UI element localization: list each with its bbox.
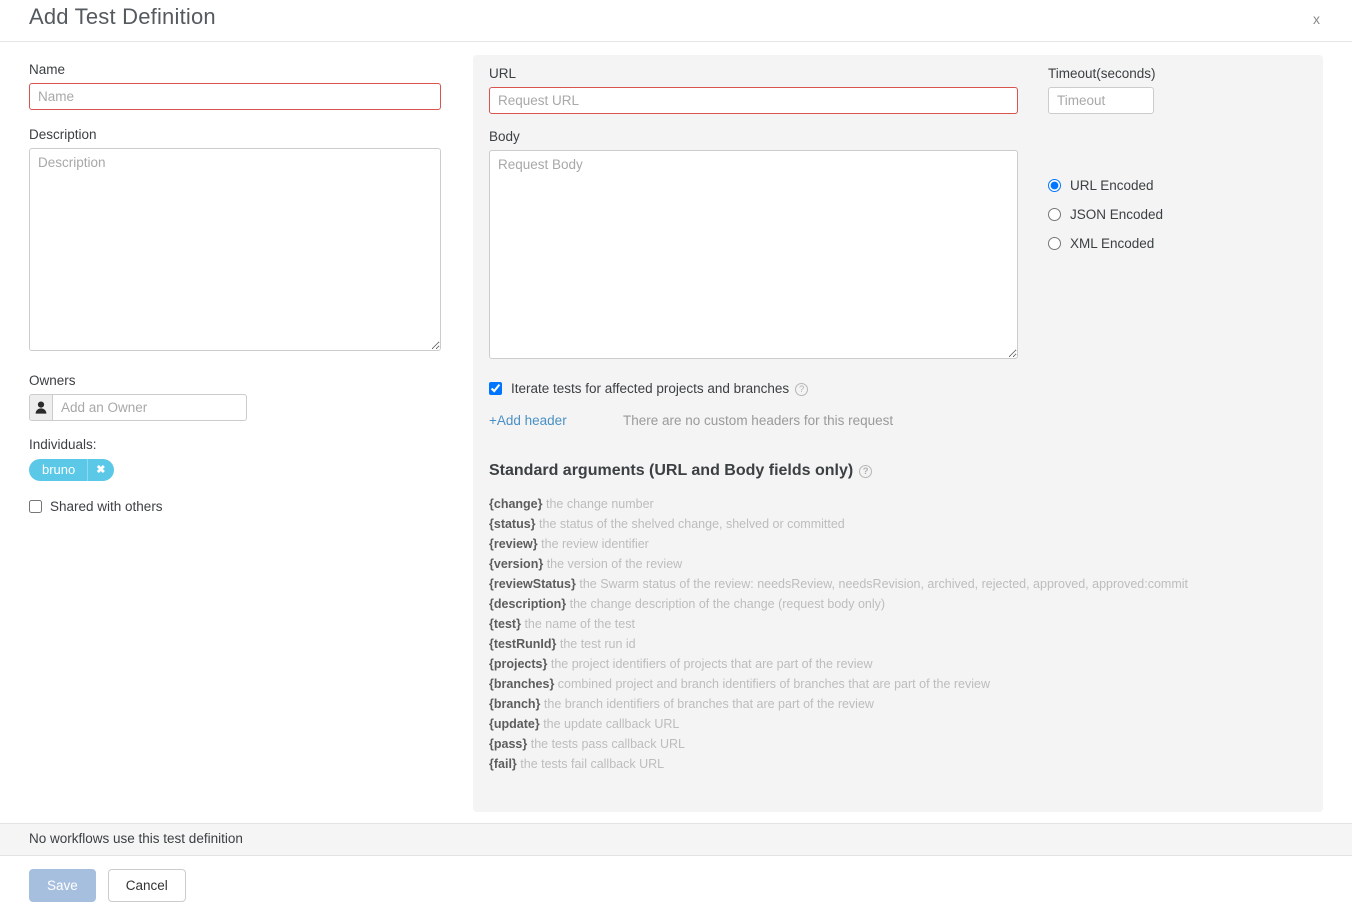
timeout-group: Timeout(seconds) — [1048, 66, 1156, 114]
cancel-button[interactable]: Cancel — [108, 869, 186, 902]
argument-key: {branches} — [489, 677, 554, 691]
list-item: {branches} combined project and branch i… — [489, 674, 1188, 694]
argument-key: {testRunId} — [489, 637, 556, 651]
standard-arguments-list: {change} the change number {status} the … — [489, 494, 1188, 774]
spacer — [29, 356, 441, 373]
close-icon[interactable]: x — [1309, 9, 1324, 29]
owner-input-group — [29, 394, 247, 421]
json-encoded-label[interactable]: JSON Encoded — [1070, 207, 1163, 222]
encoding-option-xml[interactable]: XML Encoded — [1048, 229, 1163, 258]
workflow-status-bar: No workflows use this test definition — [0, 823, 1352, 856]
url-input[interactable] — [489, 87, 1018, 114]
argument-description: the name of the test — [524, 617, 635, 631]
argument-description: the change number — [546, 497, 654, 511]
argument-key: {branch} — [489, 697, 540, 711]
page-title: Add Test Definition — [29, 4, 216, 30]
json-encoded-radio[interactable] — [1048, 208, 1061, 221]
body-label: Body — [489, 129, 1188, 144]
list-item: {projects} the project identifiers of pr… — [489, 654, 1188, 674]
argument-description: the test run id — [560, 637, 636, 651]
add-test-definition-dialog: Add Test Definition x Name Description O… — [0, 0, 1352, 916]
standard-arguments-title-text: Standard arguments (URL and Body fields … — [489, 462, 853, 479]
argument-description: the status of the shelved change, shelve… — [539, 517, 845, 531]
argument-key: {fail} — [489, 757, 517, 771]
headers-row: +Add header There are no custom headers … — [489, 413, 1188, 428]
argument-description: the tests fail callback URL — [520, 757, 664, 771]
argument-key: {test} — [489, 617, 521, 631]
argument-key: {projects} — [489, 657, 547, 671]
argument-description: combined project and branch identifiers … — [558, 677, 990, 691]
argument-description: the review identifier — [541, 537, 649, 551]
list-item: {branch} the branch identifiers of branc… — [489, 694, 1188, 714]
list-item: {change} the change number — [489, 494, 1188, 514]
body-textarea[interactable] — [489, 150, 1018, 359]
argument-key: {status} — [489, 517, 536, 531]
argument-key: {description} — [489, 597, 566, 611]
argument-description: the version of the review — [547, 557, 683, 571]
iterate-tests-checkbox[interactable] — [489, 382, 502, 395]
name-label: Name — [29, 62, 441, 77]
shared-with-others-row: Shared with others — [29, 499, 441, 514]
url-encoded-label[interactable]: URL Encoded — [1070, 178, 1154, 193]
list-item: {review} the review identifier — [489, 534, 1188, 554]
owner-chip-label: bruno — [29, 459, 88, 481]
no-headers-message: There are no custom headers for this req… — [623, 413, 893, 428]
shared-with-others-label[interactable]: Shared with others — [50, 499, 163, 514]
url-encoded-radio[interactable] — [1048, 179, 1061, 192]
shared-with-others-checkbox[interactable] — [29, 500, 42, 513]
dialog-header: Add Test Definition x — [0, 0, 1352, 42]
description-label: Description — [29, 127, 441, 142]
timeout-label: Timeout(seconds) — [1048, 66, 1156, 81]
encoding-radio-group: URL Encoded JSON Encoded XML Encoded — [1048, 171, 1163, 258]
argument-description: the branch identifiers of branches that … — [544, 697, 874, 711]
timeout-input[interactable] — [1048, 87, 1154, 114]
dialog-actions: Save Cancel — [29, 869, 186, 902]
list-item: {pass} the tests pass callback URL — [489, 734, 1188, 754]
list-item: {status} the status of the shelved chang… — [489, 514, 1188, 534]
xml-encoded-label[interactable]: XML Encoded — [1070, 236, 1154, 251]
argument-key: {version} — [489, 557, 543, 571]
encoding-option-url[interactable]: URL Encoded — [1048, 171, 1163, 200]
encoding-option-json[interactable]: JSON Encoded — [1048, 200, 1163, 229]
xml-encoded-radio[interactable] — [1048, 237, 1061, 250]
question-circle-icon[interactable]: ? — [795, 383, 808, 396]
list-item: {version} the version of the review — [489, 554, 1188, 574]
iterate-tests-label[interactable]: Iterate tests for affected projects and … — [511, 381, 808, 396]
argument-description: the change description of the change (re… — [570, 597, 886, 611]
argument-description: the project identifiers of projects that… — [551, 657, 873, 671]
spacer — [29, 110, 441, 127]
list-item: {test} the name of the test — [489, 614, 1188, 634]
list-item: {update} the update callback URL — [489, 714, 1188, 734]
add-header-button[interactable]: +Add header — [489, 413, 623, 428]
remove-owner-icon[interactable]: ✖ — [88, 459, 114, 481]
add-owner-input[interactable] — [52, 394, 247, 421]
argument-description: the update callback URL — [543, 717, 679, 731]
owner-chip: bruno ✖ — [29, 459, 114, 481]
iterate-tests-text: Iterate tests for affected projects and … — [511, 381, 789, 396]
question-circle-icon[interactable]: ? — [859, 465, 872, 478]
request-panel: URL Body Iterate tests for affected proj… — [473, 55, 1323, 812]
user-icon — [29, 394, 52, 421]
list-item: {testRunId} the test run id — [489, 634, 1188, 654]
individuals-label: Individuals: — [29, 437, 441, 452]
list-item: {reviewStatus} the Swarm status of the r… — [489, 574, 1188, 594]
workflow-status-text: No workflows use this test definition — [29, 831, 243, 846]
left-form-column: Name Description Owners Individuals: bru… — [29, 62, 441, 514]
argument-key: {change} — [489, 497, 543, 511]
owners-label: Owners — [29, 373, 441, 388]
list-item: {fail} the tests fail callback URL — [489, 754, 1188, 774]
argument-description: the Swarm status of the review: needsRev… — [579, 577, 1188, 591]
standard-arguments-title: Standard arguments (URL and Body fields … — [489, 462, 1188, 480]
argument-description: the tests pass callback URL — [531, 737, 685, 751]
save-button[interactable]: Save — [29, 869, 96, 902]
list-item: {description} the change description of … — [489, 594, 1188, 614]
name-input[interactable] — [29, 83, 441, 110]
argument-key: {review} — [489, 537, 538, 551]
description-textarea[interactable] — [29, 148, 441, 351]
argument-key: {pass} — [489, 737, 527, 751]
argument-key: {reviewStatus} — [489, 577, 576, 591]
argument-key: {update} — [489, 717, 540, 731]
iterate-tests-row: Iterate tests for affected projects and … — [489, 381, 1188, 396]
